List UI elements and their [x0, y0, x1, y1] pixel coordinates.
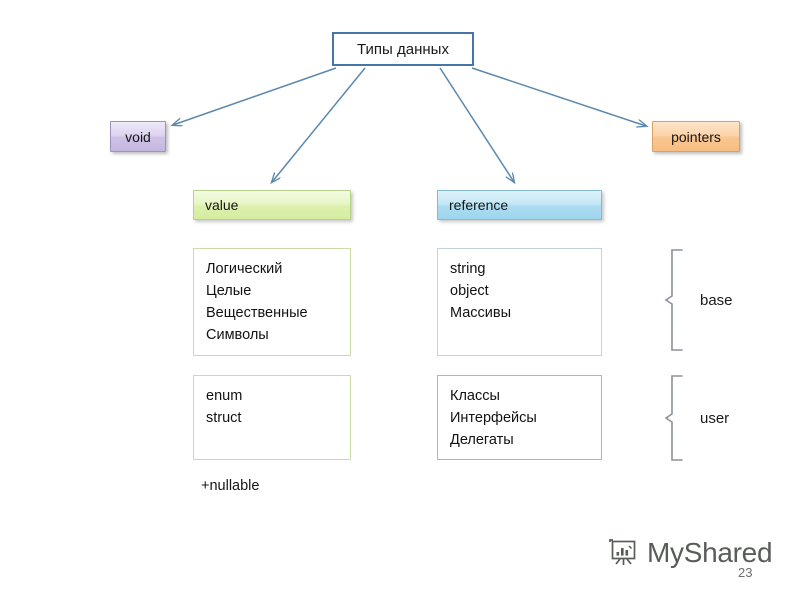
myshared-brand-text: MyShared [647, 537, 773, 568]
list-item: Символы [206, 327, 269, 343]
brace-base [664, 249, 683, 351]
presentation-board-chart-icon [609, 539, 636, 565]
arrow-root-to-void [173, 67, 337, 125]
list-item: enum [206, 388, 243, 404]
list-item: string [450, 261, 486, 277]
brace-user [664, 375, 683, 461]
node-void[interactable]: void [110, 121, 166, 152]
list-item: Классы [450, 388, 500, 404]
list-value-user-types: enum struct [193, 375, 351, 460]
page-number: 23 [738, 565, 753, 580]
node-void-label: void [125, 128, 151, 145]
root-node-label: Типы данных [357, 40, 449, 58]
arrow-layer [0, 67, 683, 461]
arrow-root-to-value [272, 67, 366, 182]
node-reference-header[interactable]: reference [437, 190, 602, 220]
list-value-base-types: Логический Целые Вещественные Символы [193, 248, 351, 356]
list-item: Делегаты [450, 432, 514, 448]
nullable-note: +nullable [201, 478, 260, 494]
list-item: Массивы [450, 305, 512, 321]
list-item: Интерфейсы [450, 410, 537, 426]
list-reference-base-types: string object Массивы [437, 248, 602, 356]
list-item: Вещественные [206, 305, 308, 321]
group-label-user: user [700, 410, 730, 427]
node-value-header[interactable]: value [193, 190, 351, 220]
arrow-root-to-reference [439, 67, 514, 182]
node-pointers[interactable]: pointers [652, 121, 740, 152]
list-item: struct [206, 410, 242, 426]
node-pointers-label: pointers [671, 128, 721, 145]
node-reference-label: reference [449, 197, 509, 213]
list-reference-user-types: Классы Интерфейсы Делегаты [437, 375, 602, 460]
node-value-label: value [205, 197, 239, 213]
list-item: Целые [206, 283, 252, 299]
slide-canvas: Типы данных void pointers value referenc… [0, 0, 800, 600]
arrow-root-to-pointers [471, 67, 646, 126]
list-item: Логический [206, 261, 283, 277]
root-node-data-types[interactable]: Типы данных [332, 32, 474, 66]
list-item: object [450, 283, 489, 299]
group-label-base: base [700, 292, 733, 309]
